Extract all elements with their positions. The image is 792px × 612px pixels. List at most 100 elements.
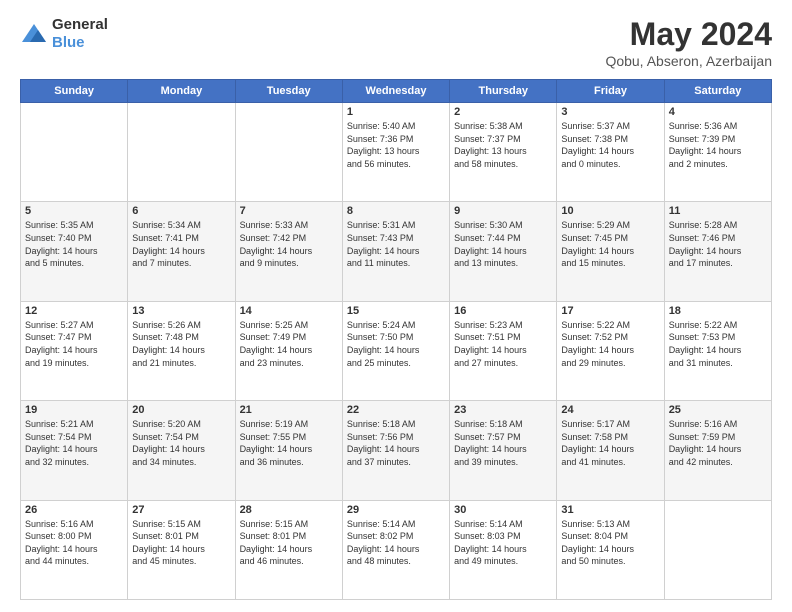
page: General Blue May 2024 Qobu, Abseron, Aze… xyxy=(0,0,792,612)
day-info: Sunrise: 5:14 AMSunset: 8:02 PMDaylight:… xyxy=(347,518,445,568)
day-info: Sunrise: 5:20 AMSunset: 7:54 PMDaylight:… xyxy=(132,418,230,468)
calendar-cell: 1 Sunrise: 5:40 AMSunset: 7:36 PMDaylight… xyxy=(342,103,449,202)
column-header-tuesday: Tuesday xyxy=(235,80,342,103)
day-number: 7 xyxy=(240,205,338,217)
day-info: Sunrise: 5:26 AMSunset: 7:48 PMDaylight:… xyxy=(132,319,230,369)
day-info: Sunrise: 5:18 AMSunset: 7:56 PMDaylight:… xyxy=(347,418,445,468)
day-number: 13 xyxy=(132,305,230,317)
header: General Blue May 2024 Qobu, Abseron, Aze… xyxy=(20,16,772,69)
day-number: 29 xyxy=(347,504,445,516)
calendar-cell: 28Sunrise: 5:15 AMSunset: 8:01 PMDayligh… xyxy=(235,500,342,599)
day-info: Sunrise: 5:22 AMSunset: 7:52 PMDaylight:… xyxy=(561,319,659,369)
calendar-cell: 12Sunrise: 5:27 AMSunset: 7:47 PMDayligh… xyxy=(21,301,128,400)
day-number: 3 xyxy=(561,106,659,118)
day-info: Sunrise: 5:19 AMSunset: 7:55 PMDaylight:… xyxy=(240,418,338,468)
day-number: 5 xyxy=(25,205,123,217)
calendar-cell: 20 Sunrise: 5:20 AMSunset: 7:54 PMDayligh… xyxy=(128,401,235,500)
day-info: Sunrise: 5:28 AMSunset: 7:46 PMDaylight:… xyxy=(669,219,767,269)
day-info: Sunrise: 5:35 AMSunset: 7:40 PMDaylight:… xyxy=(25,219,123,269)
day-info: Sunrise: 5:15 AMSunset: 8:01 PMDaylight:… xyxy=(132,518,230,568)
day-number: 24 xyxy=(561,404,659,416)
calendar-cell xyxy=(21,103,128,202)
day-number: 11 xyxy=(669,205,767,217)
calendar-header-row: SundayMondayTuesdayWednesdayThursdayFrid… xyxy=(21,80,772,103)
day-number: 31 xyxy=(561,504,659,516)
day-number: 21 xyxy=(240,404,338,416)
calendar-cell: 30Sunrise: 5:14 AMSunset: 8:03 PMDayligh… xyxy=(450,500,557,599)
day-number: 14 xyxy=(240,305,338,317)
day-number: 20 xyxy=(132,404,230,416)
day-info: Sunrise: 5:17 AMSunset: 7:58 PMDaylight:… xyxy=(561,418,659,468)
day-number: 6 xyxy=(132,205,230,217)
day-number: 9 xyxy=(454,205,552,217)
day-info: Sunrise: 5:23 AMSunset: 7:51 PMDaylight:… xyxy=(454,319,552,369)
calendar-cell: 5 Sunrise: 5:35 AMSunset: 7:40 PMDaylight… xyxy=(21,202,128,301)
day-number: 4 xyxy=(669,106,767,118)
calendar-cell xyxy=(664,500,771,599)
day-info: Sunrise: 5:29 AMSunset: 7:45 PMDaylight:… xyxy=(561,219,659,269)
day-number: 23 xyxy=(454,404,552,416)
column-header-thursday: Thursday xyxy=(450,80,557,103)
day-number: 27 xyxy=(132,504,230,516)
calendar-cell: 23 Sunrise: 5:18 AMSunset: 7:57 PMDayligh… xyxy=(450,401,557,500)
calendar-cell: 26 Sunrise: 5:16 AMSunset: 8:00 PMDayligh… xyxy=(21,500,128,599)
title-block: May 2024 Qobu, Abseron, Azerbaijan xyxy=(605,16,772,69)
day-number: 19 xyxy=(25,404,123,416)
day-info: Sunrise: 5:34 AMSunset: 7:41 PMDaylight:… xyxy=(132,219,230,269)
day-number: 18 xyxy=(669,305,767,317)
day-info: Sunrise: 5:31 AMSunset: 7:43 PMDaylight:… xyxy=(347,219,445,269)
column-header-monday: Monday xyxy=(128,80,235,103)
day-number: 22 xyxy=(347,404,445,416)
calendar-cell: 22 Sunrise: 5:18 AMSunset: 7:56 PMDayligh… xyxy=(342,401,449,500)
calendar-week-row: 1 Sunrise: 5:40 AMSunset: 7:36 PMDaylight… xyxy=(21,103,772,202)
calendar-cell: 7 Sunrise: 5:33 AMSunset: 7:42 PMDaylight… xyxy=(235,202,342,301)
calendar-cell: 17 Sunrise: 5:22 AMSunset: 7:52 PMDayligh… xyxy=(557,301,664,400)
calendar-table: SundayMondayTuesdayWednesdayThursdayFrid… xyxy=(20,79,772,600)
day-number: 10 xyxy=(561,205,659,217)
day-number: 30 xyxy=(454,504,552,516)
calendar-cell: 15Sunrise: 5:24 AMSunset: 7:50 PMDayligh… xyxy=(342,301,449,400)
day-number: 26 xyxy=(25,504,123,516)
calendar-cell: 21 Sunrise: 5:19 AMSunset: 7:55 PMDayligh… xyxy=(235,401,342,500)
calendar-cell: 2 Sunrise: 5:38 AMSunset: 7:37 PMDaylight… xyxy=(450,103,557,202)
day-number: 17 xyxy=(561,305,659,317)
day-info: Sunrise: 5:18 AMSunset: 7:57 PMDaylight:… xyxy=(454,418,552,468)
calendar-cell: 13 Sunrise: 5:26 AMSunset: 7:48 PMDayligh… xyxy=(128,301,235,400)
calendar-cell: 31Sunrise: 5:13 AMSunset: 8:04 PMDayligh… xyxy=(557,500,664,599)
calendar-week-row: 12Sunrise: 5:27 AMSunset: 7:47 PMDayligh… xyxy=(21,301,772,400)
calendar-cell: 27 Sunrise: 5:15 AMSunset: 8:01 PMDayligh… xyxy=(128,500,235,599)
day-number: 1 xyxy=(347,106,445,118)
day-number: 2 xyxy=(454,106,552,118)
calendar-week-row: 5 Sunrise: 5:35 AMSunset: 7:40 PMDaylight… xyxy=(21,202,772,301)
calendar-cell: 11 Sunrise: 5:28 AMSunset: 7:46 PMDayligh… xyxy=(664,202,771,301)
day-info: Sunrise: 5:40 AMSunset: 7:36 PMDaylight:… xyxy=(347,120,445,170)
calendar-cell xyxy=(235,103,342,202)
day-info: Sunrise: 5:36 AMSunset: 7:39 PMDaylight:… xyxy=(669,120,767,170)
day-info: Sunrise: 5:27 AMSunset: 7:47 PMDaylight:… xyxy=(25,319,123,369)
calendar-cell: 29 Sunrise: 5:14 AMSunset: 8:02 PMDayligh… xyxy=(342,500,449,599)
day-info: Sunrise: 5:16 AMSunset: 7:59 PMDaylight:… xyxy=(669,418,767,468)
calendar-cell: 8 Sunrise: 5:31 AMSunset: 7:43 PMDaylight… xyxy=(342,202,449,301)
day-info: Sunrise: 5:24 AMSunset: 7:50 PMDaylight:… xyxy=(347,319,445,369)
calendar-cell: 3Sunrise: 5:37 AMSunset: 7:38 PMDaylight… xyxy=(557,103,664,202)
column-header-friday: Friday xyxy=(557,80,664,103)
calendar-cell: 19Sunrise: 5:21 AMSunset: 7:54 PMDayligh… xyxy=(21,401,128,500)
calendar-cell: 24 Sunrise: 5:17 AMSunset: 7:58 PMDayligh… xyxy=(557,401,664,500)
calendar-cell: 16Sunrise: 5:23 AMSunset: 7:51 PMDayligh… xyxy=(450,301,557,400)
day-info: Sunrise: 5:25 AMSunset: 7:49 PMDaylight:… xyxy=(240,319,338,369)
column-header-wednesday: Wednesday xyxy=(342,80,449,103)
main-title: May 2024 xyxy=(605,16,772,53)
calendar-week-row: 19Sunrise: 5:21 AMSunset: 7:54 PMDayligh… xyxy=(21,401,772,500)
day-number: 28 xyxy=(240,504,338,516)
day-info: Sunrise: 5:22 AMSunset: 7:53 PMDaylight:… xyxy=(669,319,767,369)
day-info: Sunrise: 5:16 AMSunset: 8:00 PMDaylight:… xyxy=(25,518,123,568)
day-number: 8 xyxy=(347,205,445,217)
logo-text: General Blue xyxy=(52,16,108,52)
calendar-cell: 9Sunrise: 5:30 AMSunset: 7:44 PMDaylight… xyxy=(450,202,557,301)
day-number: 25 xyxy=(669,404,767,416)
calendar-cell: 25 Sunrise: 5:16 AMSunset: 7:59 PMDayligh… xyxy=(664,401,771,500)
day-info: Sunrise: 5:38 AMSunset: 7:37 PMDaylight:… xyxy=(454,120,552,170)
logo: General Blue xyxy=(20,16,108,52)
calendar-cell: 14 Sunrise: 5:25 AMSunset: 7:49 PMDayligh… xyxy=(235,301,342,400)
day-info: Sunrise: 5:33 AMSunset: 7:42 PMDaylight:… xyxy=(240,219,338,269)
